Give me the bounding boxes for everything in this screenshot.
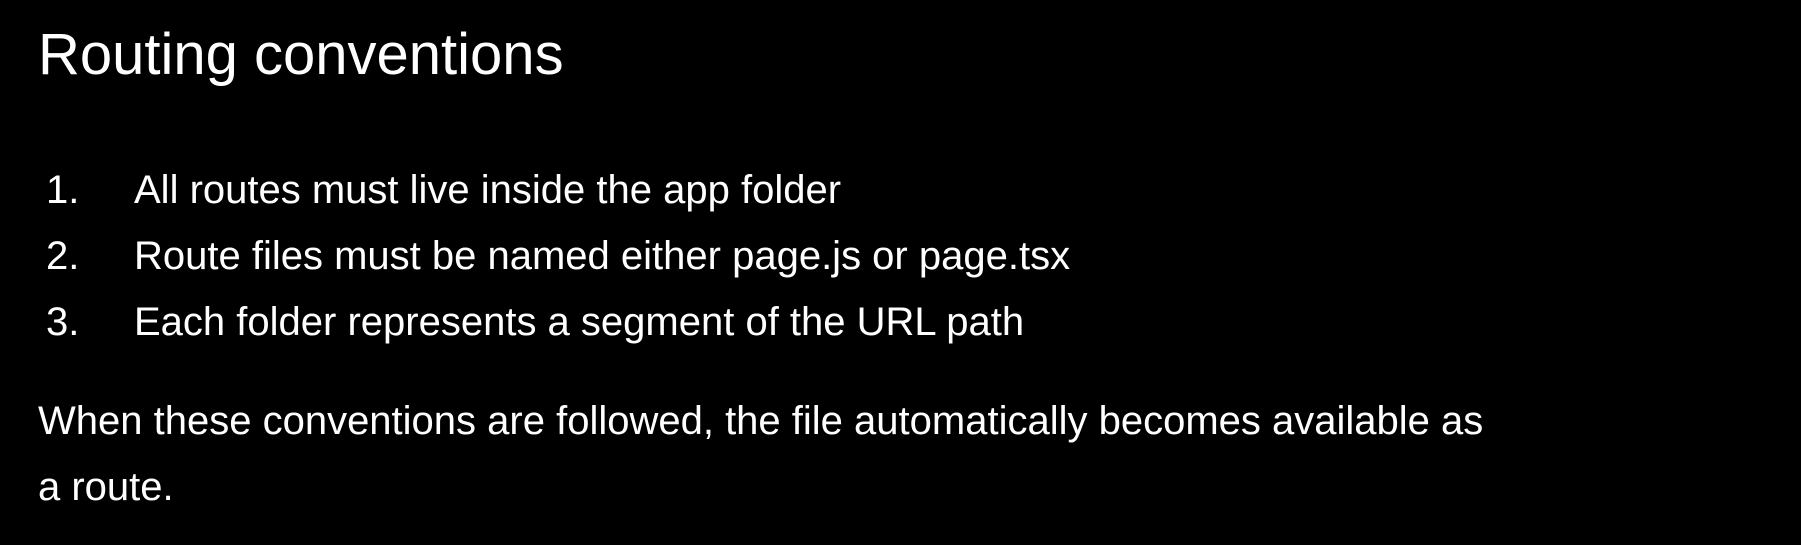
list-item-number: 3. [46, 300, 80, 344]
list-item-text: Each folder represents a segment of the … [134, 300, 1025, 344]
list-item-number: 2. [46, 234, 80, 278]
list-item-text: Route files must be named either page.js… [134, 234, 1071, 278]
slide-title: Routing conventions [38, 22, 564, 87]
list-item-number: 1. [46, 168, 80, 212]
list-item-text: All routes must live inside the app fold… [134, 168, 842, 212]
slide: Routing conventions 1. All routes must l… [0, 0, 1801, 545]
summary-line-2: a route. [38, 465, 174, 509]
summary-line-1: When these conventions are followed, the… [38, 399, 1484, 443]
summary-paragraph: When these conventions are followed, the… [38, 388, 1778, 520]
